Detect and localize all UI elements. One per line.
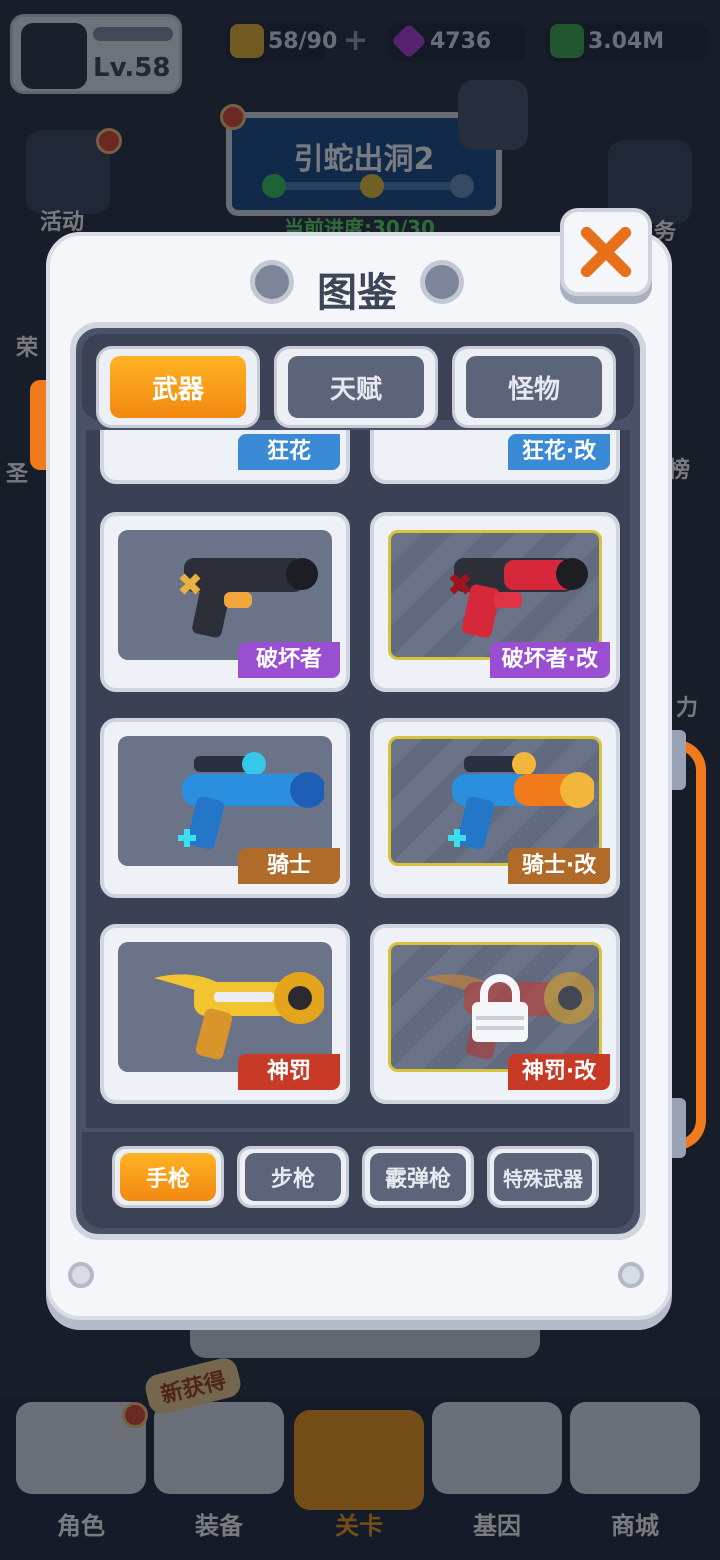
modal-handle xyxy=(666,740,706,1150)
gem-counter[interactable]: 4736 xyxy=(388,22,526,62)
lightning-icon xyxy=(230,24,264,58)
weapon-grid[interactable]: 狂花 狂花·改 破坏者 破坏者·改 骑士 骑士·改 神罚 神罚·改 xyxy=(86,430,630,1128)
weapon-name: 骑士·改 xyxy=(508,848,610,884)
weapon-card-destroyer-mod[interactable]: 破坏者·改 xyxy=(370,512,620,692)
avatar xyxy=(21,23,87,89)
cash-counter[interactable]: 3.04M xyxy=(546,22,708,62)
nav-shop-button[interactable] xyxy=(570,1402,700,1494)
tab-weapons[interactable]: 武器 xyxy=(96,346,260,428)
game-screen: Lv.58 58/90 + 4736 3.04M 引蛇出洞2 当前进度:30/3… xyxy=(0,0,720,1560)
weapon-card[interactable]: 狂花·改 xyxy=(370,430,620,484)
tab-monsters[interactable]: 怪物 xyxy=(452,346,616,428)
tab-label: 天赋 xyxy=(288,356,424,418)
nav-label: 关卡 xyxy=(335,1512,383,1540)
weapon-name: 狂花·改 xyxy=(508,434,610,470)
destroyer-gun-icon xyxy=(179,558,318,638)
weapon-card-divine-mod[interactable]: 神罚·改 xyxy=(370,924,620,1104)
subtab-label: 特殊武器 xyxy=(494,1153,592,1201)
subtab-label: 手枪 xyxy=(120,1153,216,1201)
destroyer-mod-gun-icon xyxy=(449,558,588,638)
subtab-shotgun[interactable]: 霰弹枪 xyxy=(362,1146,474,1208)
lock-icon xyxy=(472,974,528,1042)
weapon-name: 破坏者·改 xyxy=(489,642,610,678)
side-label: 圣 xyxy=(6,462,29,487)
subtab-rifle[interactable]: 步枪 xyxy=(237,1146,349,1208)
tab-talents[interactable]: 天赋 xyxy=(274,346,438,428)
notification-dot xyxy=(122,1402,148,1428)
weapon-name: 破坏者 xyxy=(238,642,340,678)
nav-label: 基因 xyxy=(473,1512,521,1540)
close-button[interactable] xyxy=(560,208,652,296)
energy-value: 58/90 xyxy=(268,29,338,54)
stage-node xyxy=(262,174,286,198)
weapon-card-knight-mod[interactable]: 骑士·改 xyxy=(370,718,620,898)
divine-gun-icon xyxy=(154,972,324,1060)
subtab-label: 步枪 xyxy=(245,1153,341,1201)
nav-stage-button[interactable] xyxy=(294,1410,424,1510)
nav-equipment-button[interactable] xyxy=(154,1402,284,1494)
tab-label: 怪物 xyxy=(466,356,602,418)
side-label: 力 xyxy=(676,696,699,721)
knight-mod-gun-icon xyxy=(448,752,594,850)
xp-bar xyxy=(93,27,173,41)
subtab-label: 霰弹枪 xyxy=(370,1153,466,1201)
gem-icon xyxy=(390,22,428,60)
side-label: 荣 xyxy=(16,336,39,361)
player-avatar-card[interactable]: Lv.58 xyxy=(10,14,182,94)
weapon-name: 狂花 xyxy=(238,434,340,470)
weapon-name: 骑士 xyxy=(238,848,340,884)
nav-gene-button[interactable] xyxy=(432,1402,562,1494)
weapon-card-divine[interactable]: 神罚 xyxy=(100,924,350,1104)
screw-icon xyxy=(68,1262,94,1288)
modal-title-bar: 图鉴 xyxy=(250,252,464,316)
weapon-card-knight[interactable]: 骑士 xyxy=(100,718,350,898)
nav-label: 装备 xyxy=(195,1512,243,1540)
close-icon xyxy=(580,226,632,278)
cash-value: 3.04M xyxy=(588,29,665,54)
energy-counter[interactable]: 58/90 xyxy=(226,22,337,62)
weapon-card[interactable]: 狂花 xyxy=(100,430,350,484)
modal-title: 图鉴 xyxy=(317,270,397,316)
gem-value: 4736 xyxy=(430,29,492,54)
help-icon[interactable] xyxy=(458,80,528,150)
add-energy-button[interactable]: + xyxy=(343,26,368,56)
player-level: Lv.58 xyxy=(93,53,171,83)
stage-node xyxy=(450,174,474,198)
nav-label: 角色 xyxy=(57,1512,105,1540)
weapon-card-destroyer[interactable]: 破坏者 xyxy=(100,512,350,692)
bottom-nav: 角色 装备 关卡 基因 商城 xyxy=(0,1396,720,1560)
notification-dot xyxy=(96,128,122,154)
tab-label: 武器 xyxy=(110,356,246,418)
nav-label: 商城 xyxy=(611,1512,659,1540)
subtab-special[interactable]: 特殊武器 xyxy=(487,1146,599,1208)
notification-dot xyxy=(220,104,246,130)
subtab-pistol[interactable]: 手枪 xyxy=(112,1146,224,1208)
screw-icon xyxy=(618,1262,644,1288)
cash-icon xyxy=(550,24,584,58)
weapon-name: 神罚 xyxy=(238,1054,340,1090)
weapon-name: 神罚·改 xyxy=(508,1054,610,1090)
stage-name: 引蛇出洞2 xyxy=(293,142,435,177)
stage-node xyxy=(360,174,384,198)
knight-gun-icon xyxy=(178,752,324,850)
